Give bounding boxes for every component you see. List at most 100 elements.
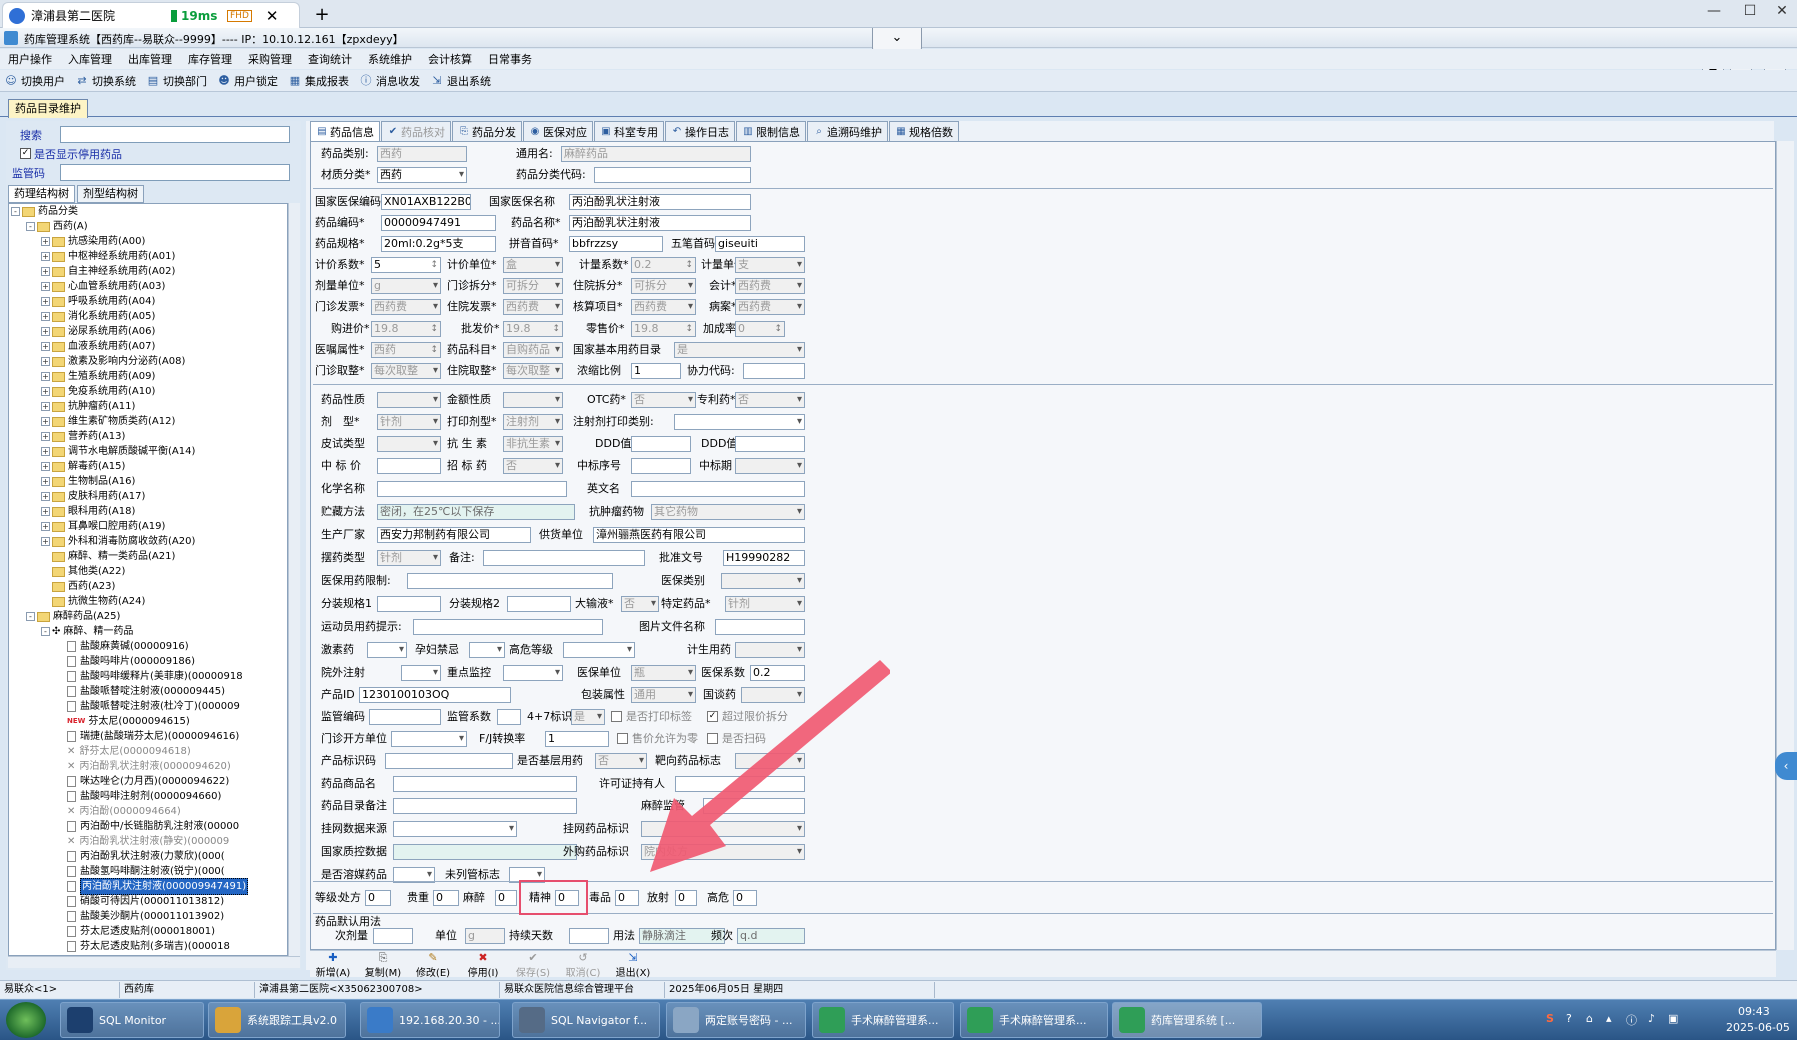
field-valuable[interactable]: 0 — [433, 890, 459, 906]
field-qcoef[interactable]: 0.2 — [631, 257, 696, 273]
tree-vertical-scrollbar[interactable] — [288, 203, 300, 956]
expand-icon[interactable]: + — [41, 507, 50, 516]
tree-node[interactable]: - 药品分类 — [9, 204, 287, 219]
tree-node[interactable]: + 心血管系统用药(A03) — [9, 279, 287, 294]
tree-node[interactable]: 瑞捷(盐酸瑞芬太尼)(0000094616) — [9, 729, 287, 744]
tree-node[interactable]: 麻醉、精一类药品(A21) — [9, 549, 287, 564]
tree-node[interactable]: 盐酸哌替啶注射液(杜冷丁)(000009 — [9, 699, 287, 714]
tree-node[interactable]: - 西药(A) — [9, 219, 287, 234]
expand-icon[interactable]: + — [41, 312, 50, 321]
field-itake[interactable]: 每次取整 — [503, 363, 563, 379]
field-preg[interactable] — [469, 642, 505, 658]
side-panel-handle[interactable]: ‹ — [1775, 752, 1797, 780]
expand-icon[interactable]: + — [41, 267, 50, 276]
minimize-icon[interactable]: — — [1702, 3, 1726, 23]
field-injprint[interactable] — [674, 414, 805, 430]
menu-item-1[interactable]: 入库管理 — [60, 51, 120, 67]
form-vertical-scrollbar[interactable] — [1776, 141, 1794, 950]
field-supcode[interactable] — [369, 709, 441, 725]
field-ddd2[interactable] — [735, 436, 805, 452]
info-icon[interactable]: ⓘ — [1626, 1012, 1637, 1028]
expand-icon[interactable]: + — [41, 432, 50, 441]
tree-node[interactable]: - 麻醉药品(A25) — [9, 609, 287, 624]
field-dunit[interactable]: g — [371, 278, 441, 294]
bottom-button-cancel[interactable]: ↺ 取消(C) — [560, 951, 606, 979]
new-tab-button[interactable]: + — [312, 4, 332, 25]
field-ratio[interactable]: 1 — [631, 363, 681, 379]
tree-node[interactable]: + 呼吸系统用药(A04) — [9, 294, 287, 309]
tree-node[interactable]: 盐酸哌替啶注射液(000009445) — [9, 684, 287, 699]
field-coef[interactable]: 5 — [371, 257, 441, 273]
close-tab-icon[interactable]: ✕ — [266, 7, 280, 25]
tab-check[interactable]: ✔ 药品核对 — [381, 121, 451, 141]
field-img[interactable] — [715, 619, 805, 635]
tree-node[interactable]: 丙泊酚乳状注射液(000009947491) — [9, 878, 287, 895]
field-rx[interactable]: 0 — [365, 890, 391, 906]
field-otake[interactable]: 每次取整 — [371, 363, 441, 379]
field-ins[interactable]: 西药 — [371, 342, 441, 358]
field-outinj[interactable] — [401, 665, 441, 681]
field-retail[interactable]: 19.8 — [631, 321, 696, 337]
tree-node[interactable]: ✕ 丙泊酚(0000094664) — [9, 804, 287, 819]
field-osplit[interactable]: 可拆分 — [503, 278, 563, 294]
monitor-icon[interactable]: ▣ — [1668, 1012, 1678, 1025]
collapse-icon[interactable]: - — [26, 612, 35, 621]
tab-log[interactable]: ↶ 操作日志 — [665, 121, 735, 141]
menu-item-4[interactable]: 采购管理 — [240, 51, 300, 67]
bottom-button-copy[interactable]: ⎘ 复制(M) — [360, 951, 406, 979]
field-radio[interactable]: 0 — [675, 890, 697, 906]
field-approval[interactable]: H19990282 — [723, 550, 805, 566]
volume-icon[interactable]: ♪ — [1648, 1012, 1655, 1025]
tree-node[interactable]: - ✣ 麻醉、精一药品 — [9, 624, 287, 639]
field-material[interactable]: 西药 — [377, 167, 467, 183]
bottom-button-exit[interactable]: ⇲ 退出(X) — [610, 951, 656, 979]
tree-node[interactable]: 盐酸麻黄碱(00000916) — [9, 639, 287, 654]
toolbar-button-0[interactable]: ☺ 切换用户 — [4, 73, 65, 89]
expand-icon[interactable]: + — [41, 522, 50, 531]
field-iinv[interactable]: 西药费 — [503, 299, 563, 315]
field-anti[interactable]: 非抗生素 — [503, 436, 563, 452]
field-poison[interactable]: 0 — [615, 890, 639, 906]
field-case[interactable]: 西药费 — [735, 299, 805, 315]
tree-node[interactable]: + 营养药(A13) — [9, 429, 287, 444]
taskbar-item[interactable]: 系统跟踪工具v2.0 — [208, 1002, 346, 1038]
taskbar-item[interactable]: 手术麻醉管理系... — [812, 1002, 954, 1038]
field-risk[interactable] — [563, 642, 635, 658]
search-input[interactable] — [60, 126, 290, 143]
tree-node[interactable]: + 皮肤科用药(A17) — [9, 489, 287, 504]
tree-node[interactable]: 咪达唑仑(力月西)(0000094622) — [9, 774, 287, 789]
show-disabled-checkbox[interactable]: ✓ — [20, 148, 31, 159]
menu-item-7[interactable]: 会计核算 — [420, 51, 480, 67]
tree-node[interactable]: + 耳鼻喉口腔用药(A19) — [9, 519, 287, 534]
tree-node[interactable]: 盐酸美沙酮片(000011013902) — [9, 909, 287, 924]
field-narcotic[interactable]: 0 — [495, 890, 517, 906]
expand-icon[interactable]: + — [41, 372, 50, 381]
field-patent[interactable]: 否 — [735, 392, 805, 408]
field-type[interactable]: 西药 — [377, 146, 467, 162]
field-bidprice[interactable] — [377, 458, 441, 474]
tree-node[interactable]: 抗微生物药(A24) — [9, 594, 287, 609]
field-wb[interactable]: giseuiti — [715, 236, 805, 252]
field-freq[interactable]: q.d — [737, 928, 805, 944]
field-chem[interactable] — [377, 481, 567, 497]
expand-icon[interactable]: + — [41, 252, 50, 261]
menu-item-3[interactable]: 库存管理 — [180, 51, 240, 67]
menu-item-5[interactable]: 查询统计 — [300, 51, 360, 67]
tab-trace[interactable]: ⌕ 追溯码维护 — [807, 121, 888, 141]
field-spec[interactable]: 20ml:0.2g*5支 — [381, 236, 496, 252]
tree-node[interactable]: 盐酸吗啡注射剂(0000094660) — [9, 789, 287, 804]
field-47[interactable]: 是 — [571, 709, 605, 725]
tree-node[interactable]: 丙泊酚乳状注射液(力蒙欣)(000( — [9, 849, 287, 864]
field-tumor[interactable]: 其它药物 — [651, 504, 805, 520]
toolbar-button-2[interactable]: ▤ 切换部门 — [146, 73, 207, 89]
field-isplit[interactable]: 可拆分 — [631, 278, 696, 294]
bottom-button-edit[interactable]: ✎ 修改(E) — [410, 951, 456, 979]
field-fj[interactable]: 1 — [545, 731, 609, 747]
field-trans[interactable]: 否 — [621, 596, 659, 612]
field-item[interactable]: 西药费 — [631, 299, 696, 315]
tree-node[interactable]: 盐酸吗啡片(000009186) — [9, 654, 287, 669]
browser-tab[interactable]: 漳浦县第二医院 19ms FHD ✕ — [2, 2, 300, 28]
field-ddd[interactable] — [631, 436, 691, 452]
expand-icon[interactable]: + — [41, 282, 50, 291]
tree-node[interactable]: + 消化系统用药(A05) — [9, 309, 287, 324]
